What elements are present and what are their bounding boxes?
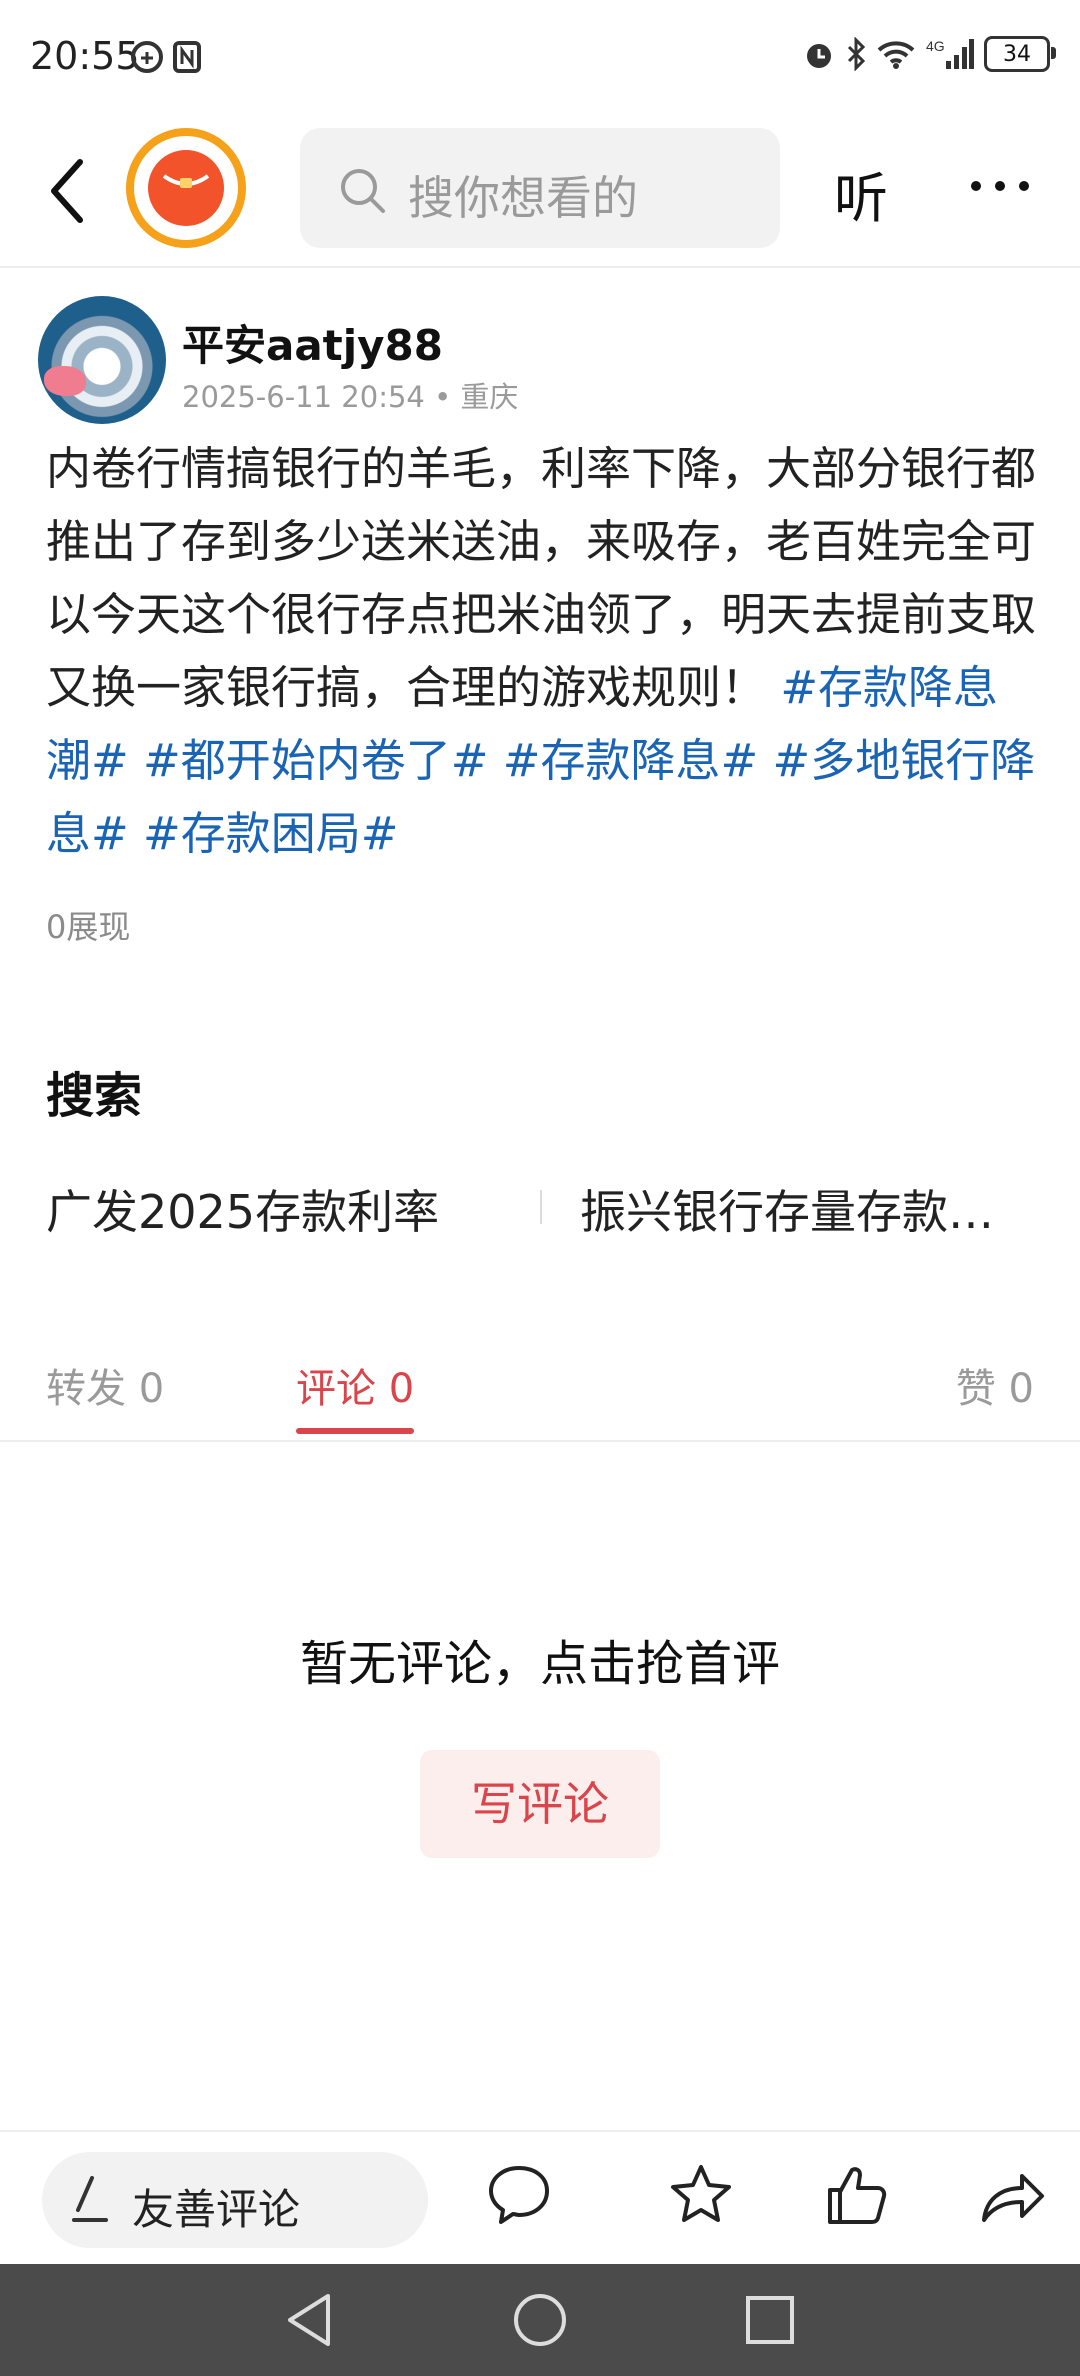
nfc-icon bbox=[173, 41, 201, 73]
back-button[interactable] bbox=[40, 156, 100, 226]
pen-icon bbox=[72, 2176, 108, 2222]
nav-back-icon[interactable] bbox=[282, 2290, 338, 2350]
svg-text:4G: 4G bbox=[926, 38, 945, 54]
share-icon[interactable] bbox=[980, 2162, 1046, 2228]
author-avatar[interactable] bbox=[38, 296, 166, 424]
comment-input[interactable]: 友善评论 bbox=[42, 2152, 428, 2248]
data-saver-icon bbox=[131, 41, 163, 73]
wifi-icon bbox=[877, 41, 915, 69]
tab-forward[interactable]: 转发 0 bbox=[46, 1356, 164, 1414]
write-comment-button[interactable]: 写评论 bbox=[420, 1750, 660, 1858]
post-content: 内卷行情搞银行的羊毛，利率下降，大部分银行都推出了存到多少送米送油，来吸存，老百… bbox=[46, 432, 1036, 870]
tab-comment[interactable]: 评论 0 bbox=[296, 1356, 414, 1414]
top-navigation-bar: 搜你想看的 听 bbox=[0, 116, 1080, 268]
comment-icon[interactable] bbox=[486, 2162, 552, 2228]
suggestion-divider bbox=[540, 1190, 542, 1224]
nav-recents-icon[interactable] bbox=[742, 2290, 798, 2350]
status-right-icons: 4G 34 bbox=[802, 36, 1056, 72]
hashtag-link[interactable]: #都开始内卷了# bbox=[143, 734, 488, 787]
view-count: 0展现 bbox=[46, 908, 131, 946]
author-name[interactable]: 平安aatjy88 bbox=[182, 312, 443, 373]
search-suggestion[interactable]: 广发2025存款利率 bbox=[46, 1176, 439, 1242]
more-options-icon[interactable] bbox=[968, 178, 1032, 194]
post-meta: 2025-6-11 20:54 • 重庆 bbox=[182, 380, 519, 414]
red-packet-icon[interactable] bbox=[126, 128, 246, 248]
bluetooth-icon bbox=[847, 37, 866, 71]
thumbs-up-icon[interactable] bbox=[824, 2162, 890, 2228]
search-icon bbox=[341, 169, 385, 213]
search-placeholder: 搜你想看的 bbox=[408, 171, 638, 225]
active-tab-indicator bbox=[296, 1428, 414, 1434]
cellular-signal-icon: 4G bbox=[926, 38, 974, 69]
comment-placeholder: 友善评论 bbox=[132, 2185, 301, 2234]
star-icon[interactable] bbox=[668, 2162, 734, 2228]
alarm-icon bbox=[807, 44, 831, 68]
search-input[interactable]: 搜你想看的 bbox=[300, 128, 780, 248]
status-time: 20:55 bbox=[30, 34, 140, 78]
empty-comments-text: 暂无评论，点击抢首评 bbox=[299, 1636, 780, 1692]
battery-level: 34 bbox=[1003, 41, 1031, 67]
battery-icon: 34 bbox=[984, 36, 1056, 72]
red-packet-envelope bbox=[148, 150, 224, 226]
listen-button[interactable]: 听 bbox=[834, 154, 888, 233]
tab-like[interactable]: 赞 0 bbox=[956, 1356, 1034, 1414]
nav-home-icon[interactable] bbox=[510, 2290, 570, 2350]
search-section-title: 搜索 bbox=[46, 1068, 143, 1124]
page: 20:55 4G 34 搜你想看的 听 平安aatjy88 2025-6-11 … bbox=[0, 0, 1080, 2376]
search-suggestion[interactable]: 振兴银行存量存款… bbox=[580, 1176, 994, 1242]
status-left-icons bbox=[130, 40, 202, 74]
system-navigation-bar bbox=[0, 2264, 1080, 2376]
interaction-tabs: 转发 0 评论 0 赞 0 bbox=[0, 1330, 1080, 1442]
status-bar: 20:55 4G 34 bbox=[0, 0, 1080, 116]
avatar-mascot bbox=[44, 366, 86, 396]
hashtag-link[interactable]: #存款困局# bbox=[143, 807, 398, 860]
bottom-action-bar: 友善评论 bbox=[0, 2130, 1080, 2266]
hashtag-link[interactable]: #存款降息# bbox=[503, 734, 758, 787]
